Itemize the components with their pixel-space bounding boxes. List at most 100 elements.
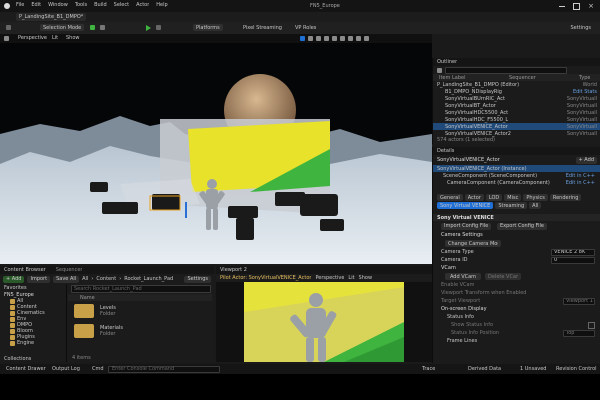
play-options-icon[interactable] — [156, 25, 161, 30]
vp-roles-button[interactable]: VP Roles — [292, 24, 319, 31]
add-vcam-button[interactable]: Add VCam — [445, 273, 481, 280]
component-row[interactable]: CameraComponent (CameraComponent) Edit i… — [433, 179, 600, 186]
camera-speed-icon[interactable] — [364, 36, 369, 41]
details-tab[interactable]: Actor — [464, 194, 484, 201]
content-search-input[interactable]: Search Rocket_Launch_Pad — [71, 285, 211, 293]
details-tab[interactable]: LOD — [485, 194, 503, 201]
content-drawer-button[interactable]: Content Drawer — [6, 366, 46, 372]
content-folder-item[interactable]: Levels Folder — [68, 301, 212, 321]
outliner-row[interactable]: SonyVirtualBUrnRIC_Act SonyVirtuall — [433, 95, 600, 102]
content-settings-button[interactable]: Settings — [184, 275, 211, 283]
outliner-col-type[interactable]: Type — [579, 75, 590, 81]
details-instance-row[interactable]: SonyVirtualVENICE_Actor (Instance) — [433, 165, 600, 172]
outliner-row[interactable]: SonyVirtualHDC_F5500_L SonyVirtuall — [433, 116, 600, 123]
world-space-icon[interactable] — [332, 36, 337, 41]
content-browser-tab[interactable]: Content Browser — [4, 267, 46, 273]
blueprint-icon[interactable] — [100, 25, 105, 30]
close-icon[interactable]: × — [588, 3, 594, 10]
import-config-button[interactable]: Import Config File — [441, 222, 491, 230]
level-tab[interactable]: P_LandingSite_B1_DMPO* — [16, 13, 87, 21]
onscreen-display-group[interactable]: On-screen Display — [433, 305, 600, 313]
details-add-button[interactable]: + Add — [575, 156, 597, 164]
content-save-all-button[interactable]: Save All — [53, 275, 80, 283]
delete-vcam-button[interactable]: Delete VCam — [485, 273, 521, 280]
move-tool-icon[interactable] — [308, 36, 313, 41]
pixel-streaming-button[interactable]: Pixel Streaming — [240, 24, 285, 31]
pilot-actor-label[interactable]: Pilot Actor: SonyVirtualVENICE_Actor — [220, 275, 311, 281]
viewport-menu-icon[interactable] — [4, 36, 9, 41]
menu-select[interactable]: Select — [114, 2, 129, 8]
content-folder-item[interactable]: Materials Folder — [68, 321, 212, 341]
save-icon[interactable] — [6, 25, 11, 30]
menu-build[interactable]: Build — [94, 2, 107, 8]
snap-icon[interactable] — [340, 36, 345, 41]
details-tab-secondary[interactable]: All — [529, 202, 542, 209]
breadcrumb-all[interactable]: All — [82, 276, 88, 282]
outliner-row[interactable]: SonyVirtualVENICE_Actor2 SonyVirtuall — [433, 130, 600, 137]
outliner-add-icon[interactable] — [437, 67, 442, 73]
menu-help[interactable]: Help — [156, 2, 167, 8]
settings-button[interactable]: Settings — [567, 24, 594, 31]
viewport2-lit-button[interactable]: Lit — [348, 275, 354, 281]
favorites-group[interactable]: Favorites — [0, 284, 66, 291]
details-tab-secondary[interactable]: Sony Virtual VENICE — [437, 202, 494, 209]
frame-lines-group[interactable]: Frame Lines — [433, 337, 600, 345]
edit-cpp-link[interactable]: Edit in C++ — [566, 180, 595, 186]
trace-button[interactable]: Trace — [422, 366, 435, 372]
camera-type-select[interactable]: VENICE 2 8K — [551, 248, 595, 256]
viewport2-show-button[interactable]: Show — [359, 275, 373, 281]
edit-cpp-link[interactable]: Edit in C++ — [566, 173, 595, 179]
content-tree-item[interactable]: Engine — [0, 340, 66, 346]
camera-settings-group[interactable]: Camera Settings — [433, 231, 600, 239]
menu-file[interactable]: File — [16, 2, 24, 8]
revision-control-button[interactable]: Revision Control — [556, 366, 597, 372]
details-tab-secondary[interactable]: Streaming — [495, 202, 528, 209]
cmd-selector[interactable]: Cmd — [92, 366, 104, 372]
outliner-row[interactable]: SonyVirtualVENICE_Actor SonyVirtuall — [433, 123, 600, 130]
viewport2-perspective-button[interactable]: Perspective — [315, 275, 344, 281]
minimize-icon[interactable] — [559, 6, 566, 7]
details-tab[interactable]: General — [437, 194, 463, 201]
menu-edit[interactable]: Edit — [31, 2, 41, 8]
breadcrumb-content[interactable]: Content — [96, 276, 116, 282]
menu-actor[interactable]: Actor — [136, 2, 149, 8]
camera-id-input[interactable]: 0 — [551, 256, 595, 264]
section-sony-venice[interactable]: Sony Virtual VENICE — [433, 214, 600, 221]
breadcrumb-folder[interactable]: Rocket_Launch_Pad — [124, 276, 173, 282]
content-import-button[interactable]: Import — [27, 275, 51, 283]
main-viewport[interactable]: Perspective Lit Show — [0, 34, 432, 264]
outliner-col-label[interactable]: Item Label — [439, 75, 509, 81]
details-tab[interactable]: Rendering — [549, 194, 582, 201]
export-config-button[interactable]: Export Config File — [497, 222, 547, 230]
viewport-transform-row[interactable]: Viewport Transform when Enabled — [433, 289, 600, 297]
show-status-checkbox[interactable] — [588, 321, 595, 329]
play-icon[interactable] — [146, 25, 151, 31]
outliner-row[interactable]: SonyVirtualHDC5500_Act SonyVirtuall — [433, 109, 600, 116]
rotate-tool-icon[interactable] — [316, 36, 321, 41]
grid-icon[interactable] — [348, 36, 353, 41]
unsaved-button[interactable]: 1 Unsaved — [520, 366, 546, 372]
viewport2-scene[interactable] — [244, 282, 404, 362]
enable-vcam-row[interactable]: Enable VCam — [433, 281, 600, 289]
status-position-select[interactable]: Top — [563, 329, 595, 337]
project-group[interactable]: FN5_Europe — [0, 291, 66, 298]
content-col-name[interactable]: Name — [80, 295, 95, 301]
angle-snap-icon[interactable] — [356, 36, 361, 41]
outliner-row[interactable]: SonyVirtualBT_Actor SonyVirtuall — [433, 102, 600, 109]
scale-tool-icon[interactable] — [324, 36, 329, 41]
show-button[interactable]: Show — [66, 35, 80, 41]
collections-group[interactable]: Collections — [0, 355, 31, 362]
perspective-button[interactable]: Perspective — [18, 35, 47, 41]
outliner-col-sequencer[interactable]: Sequencer — [509, 75, 579, 81]
content-add-button[interactable]: + Add — [3, 275, 25, 283]
menu-tools[interactable]: Tools — [75, 2, 87, 8]
maximize-icon[interactable] — [573, 3, 581, 10]
viewport2-tab[interactable]: Viewport 2 — [220, 267, 247, 273]
add-actor-icon[interactable] — [90, 25, 95, 30]
outliner-search-input[interactable] — [445, 66, 567, 74]
sequencer-tab[interactable]: Sequencer — [56, 267, 83, 273]
selection-mode-button[interactable]: Selection Mode — [40, 24, 85, 31]
vcam-group[interactable]: VCam — [433, 264, 600, 272]
status-info-group[interactable]: Status Info — [433, 313, 600, 321]
details-tab[interactable]: Misc — [504, 194, 522, 201]
